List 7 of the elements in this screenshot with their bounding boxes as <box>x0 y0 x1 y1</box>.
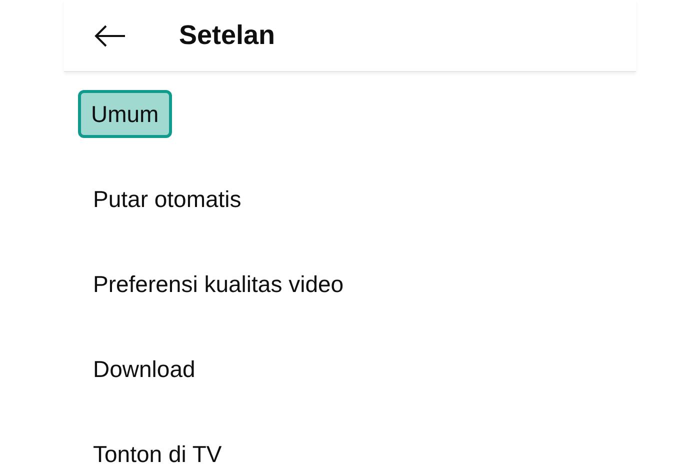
settings-item[interactable]: Download <box>78 345 210 393</box>
back-arrow-icon <box>94 24 126 48</box>
settings-item[interactable]: Tonton di TV <box>78 430 237 468</box>
page-title: Setelan <box>179 19 276 52</box>
settings-item[interactable]: Umum <box>78 90 172 138</box>
settings-item[interactable]: Putar otomatis <box>78 175 256 223</box>
settings-item[interactable]: Preferensi kualitas video <box>78 260 359 308</box>
